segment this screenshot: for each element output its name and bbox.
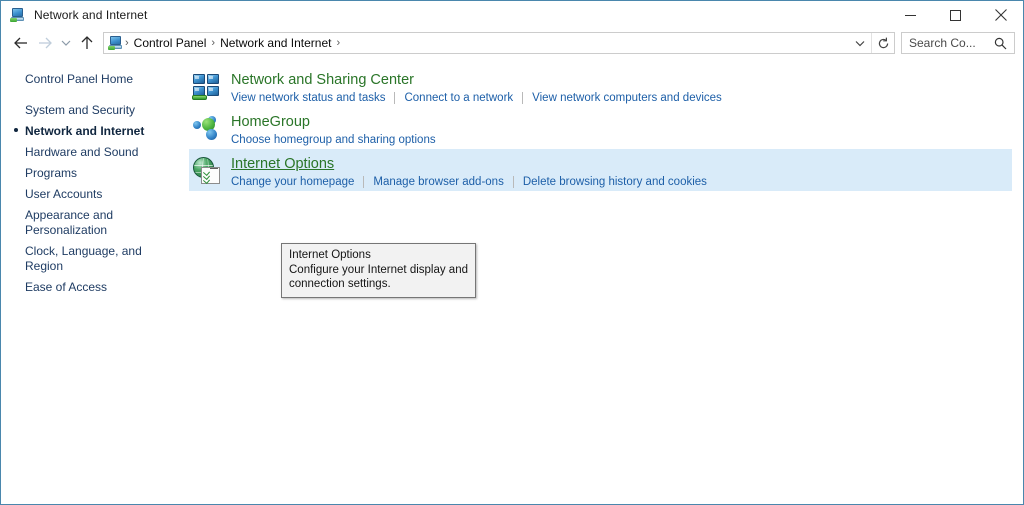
tooltip-line-2: Configure your Internet display and	[289, 263, 468, 276]
tooltip-line-3: connection settings.	[289, 278, 391, 290]
network-sharing-center-icon	[191, 71, 223, 103]
search-box[interactable]: Search Co...	[901, 32, 1015, 54]
sidebar-item-ease-of-access[interactable]: Ease of Access	[1, 277, 189, 298]
chevron-down-icon[interactable]	[849, 33, 871, 53]
sidebar-item-system-and-security[interactable]: System and Security	[1, 100, 189, 121]
control-panel-window: Network and Internet › Control Panel › N…	[0, 0, 1024, 505]
category-links: View network status and tasks Connect to…	[231, 91, 722, 105]
sidebar-item-programs[interactable]: Programs	[1, 163, 189, 184]
breadcrumb-item-control-panel[interactable]: Control Panel	[130, 36, 211, 50]
category-links: Choose homegroup and sharing options	[231, 133, 436, 147]
link-separator	[522, 92, 524, 104]
category-network-and-sharing-center[interactable]: Network and Sharing Center View network …	[189, 65, 1023, 107]
link-separator	[512, 176, 514, 188]
category-list: Network and Sharing Center View network …	[189, 57, 1023, 504]
forward-button[interactable]	[33, 31, 57, 55]
category-body: Network and Sharing Center View network …	[231, 71, 722, 104]
category-body: HomeGroup Choose homegroup and sharing o…	[231, 113, 436, 146]
sidebar-item-user-accounts[interactable]: User Accounts	[1, 184, 189, 205]
sidebar-item-clock-language-and-region[interactable]: Clock, Language, and Region	[1, 241, 189, 277]
link-separator	[363, 176, 365, 188]
breadcrumb-item-network-and-internet[interactable]: Network and Internet	[216, 36, 335, 50]
sidebar-item-hardware-and-sound[interactable]: Hardware and Sound	[1, 142, 189, 163]
internet-options-icon	[191, 155, 223, 187]
breadcrumb-separator: ›	[336, 37, 341, 49]
window-icon	[10, 7, 26, 23]
category-title[interactable]: Network and Sharing Center	[231, 72, 414, 89]
homegroup-icon	[191, 113, 223, 145]
recent-locations-button[interactable]	[57, 31, 75, 55]
minimize-button[interactable]	[888, 1, 933, 29]
category-links: Change your homepage Manage browser add-…	[231, 175, 707, 189]
link-change-your-homepage[interactable]: Change your homepage	[231, 175, 354, 189]
link-separator	[394, 92, 396, 104]
title-bar: Network and Internet	[1, 0, 1023, 29]
window-title: Network and Internet	[34, 8, 148, 22]
refresh-icon[interactable]	[871, 33, 894, 53]
category-homegroup[interactable]: HomeGroup Choose homegroup and sharing o…	[189, 107, 1023, 149]
link-delete-browsing-history-and-cookies[interactable]: Delete browsing history and cookies	[523, 175, 707, 189]
search-input[interactable]: Search Co...	[902, 36, 994, 50]
tooltip: Internet Options Configure your Internet…	[281, 243, 476, 298]
up-button[interactable]	[75, 31, 99, 55]
category-title[interactable]: HomeGroup	[231, 114, 310, 131]
content-area: Control Panel Home System and Security N…	[1, 57, 1023, 504]
link-manage-browser-add-ons[interactable]: Manage browser add-ons	[373, 175, 503, 189]
back-button[interactable]	[9, 31, 33, 55]
window-controls	[888, 1, 1023, 29]
breadcrumb-bar[interactable]: › Control Panel › Network and Internet ›	[103, 32, 895, 54]
category-title[interactable]: Internet Options	[231, 156, 334, 173]
link-choose-homegroup-and-sharing-options[interactable]: Choose homegroup and sharing options	[231, 133, 436, 147]
address-bar: › Control Panel › Network and Internet ›…	[1, 29, 1023, 57]
category-internet-options[interactable]: Internet Options Change your homepage Ma…	[189, 149, 1012, 191]
breadcrumb-icon	[108, 35, 124, 51]
sidebar-item-control-panel-home[interactable]: Control Panel Home	[1, 69, 189, 90]
maximize-button[interactable]	[933, 1, 978, 29]
tooltip-title: Internet Options	[289, 249, 371, 261]
link-view-network-computers-and-devices[interactable]: View network computers and devices	[532, 91, 722, 105]
sidebar-item-appearance-and-personalization[interactable]: Appearance and Personalization	[1, 205, 189, 241]
sidebar: Control Panel Home System and Security N…	[1, 57, 189, 504]
sidebar-item-network-and-internet[interactable]: Network and Internet	[1, 121, 189, 142]
link-connect-to-a-network[interactable]: Connect to a network	[404, 91, 513, 105]
search-icon[interactable]	[994, 37, 1014, 50]
close-button[interactable]	[978, 1, 1023, 29]
category-body: Internet Options Change your homepage Ma…	[231, 155, 707, 188]
link-view-network-status-and-tasks[interactable]: View network status and tasks	[231, 91, 385, 105]
